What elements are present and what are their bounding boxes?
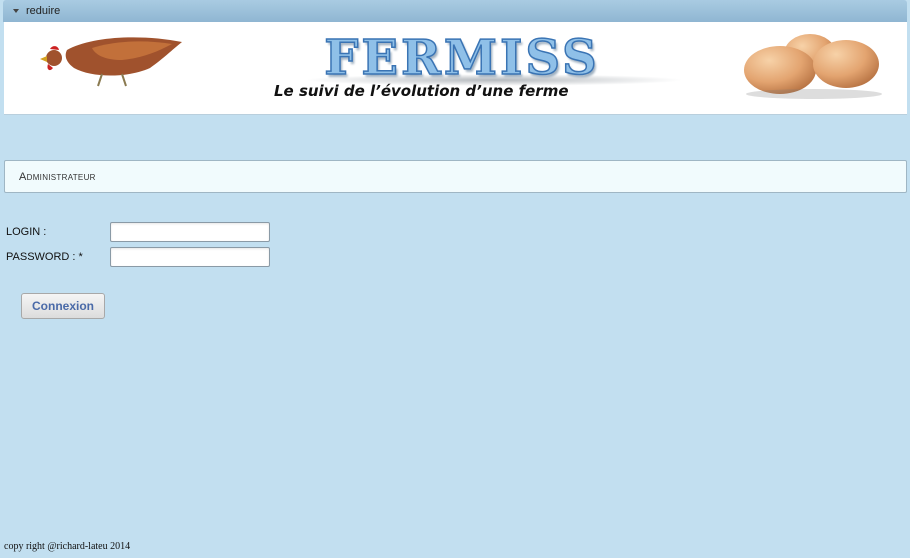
collapse-toggle[interactable]: reduire (3, 0, 907, 22)
admin-panel-header: Administrateur (4, 160, 907, 193)
login-label: LOGIN : (6, 226, 47, 238)
login-row: LOGIN : (6, 222, 270, 242)
collapse-label: reduire (26, 5, 61, 17)
hen-image (40, 37, 182, 87)
eggs-image (744, 34, 882, 99)
password-input[interactable] (110, 247, 270, 267)
app-logo: FERMISS (324, 30, 600, 86)
connexion-button[interactable]: Connexion (21, 293, 105, 319)
panel-title: Administrateur (19, 170, 96, 183)
tagline: Le suivi de l’évolution d’une ferme (274, 82, 569, 100)
login-input[interactable] (110, 222, 270, 242)
copyright-text: copy right @richard-lateu 2014 (4, 541, 131, 552)
password-label: PASSWORD : * (6, 251, 83, 263)
caret-down-icon (13, 9, 19, 13)
password-row: PASSWORD : * (6, 247, 270, 267)
header-banner: FERMISS Le suivi de l’évolution d’une fe… (4, 22, 907, 115)
